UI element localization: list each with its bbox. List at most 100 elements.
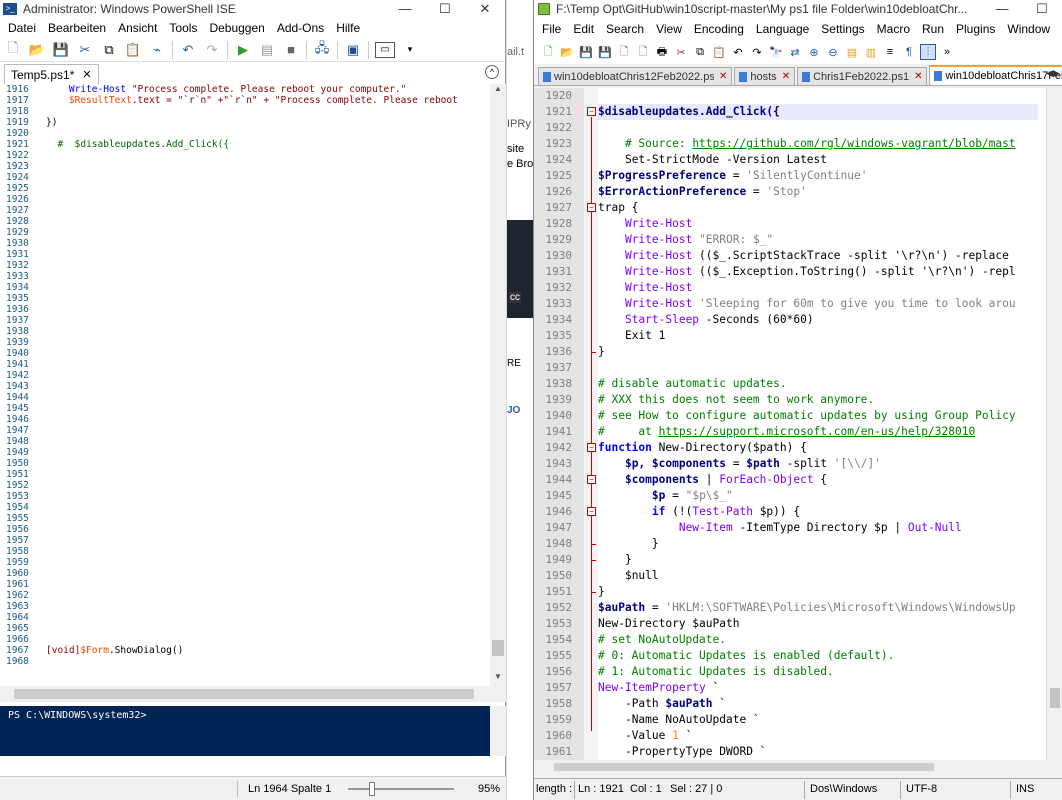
powershell-ise-window: >_ Administrator: Windows PowerShell ISE…	[0, 0, 506, 800]
menu-plugins[interactable]: Plugins	[950, 22, 1001, 36]
fold-toggle-icon[interactable]: −	[587, 443, 596, 452]
undo-icon[interactable]: ↶	[179, 41, 197, 59]
fold-toggle-icon[interactable]: −	[587, 507, 596, 516]
minimize-button[interactable]: —	[982, 1, 1022, 17]
scroll-thumb[interactable]	[14, 689, 474, 699]
close-tab-icon[interactable]: ✕	[914, 71, 922, 82]
menu-run[interactable]: Run	[916, 22, 950, 36]
menu-settings[interactable]: Settings	[815, 22, 870, 36]
redo-icon[interactable]: ↷	[749, 44, 765, 60]
tab-temp5[interactable]: Temp5.ps1* ✕	[4, 64, 99, 84]
menu-edit[interactable]: Edit	[567, 22, 600, 36]
save-icon[interactable]: 💾	[52, 41, 70, 59]
tab-chris1feb[interactable]: Chris1Feb2022.ps1 ✕	[797, 67, 928, 85]
npp-code-editor[interactable]: 1920 1921 1922 1923 1924 1925 1926 1927 1928 1929…	[534, 88, 1062, 774]
close-tab-icon[interactable]: ✕	[82, 68, 91, 81]
open-folder-icon[interactable]: 📂	[28, 41, 46, 59]
menu-file[interactable]: File	[536, 22, 567, 36]
tab-hosts[interactable]: hosts ✕	[734, 67, 796, 85]
ise-vertical-scrollbar[interactable]: ▲ ▼	[490, 84, 506, 686]
menu-bearbeiten[interactable]: Bearbeiten	[42, 21, 112, 35]
menu-search[interactable]: Search	[600, 22, 650, 36]
clear-icon[interactable]: ⌁	[148, 41, 166, 59]
console-scrollbar[interactable]	[490, 706, 506, 756]
stop-icon[interactable]: ■	[282, 41, 300, 59]
tab-scroll-arrows-icon[interactable]: ◀▶	[1046, 68, 1060, 79]
menu-datei[interactable]: Datei	[2, 21, 42, 35]
maximize-button[interactable]: ☐	[1022, 1, 1062, 17]
close-button[interactable]: ✕	[465, 1, 505, 17]
new-file-icon[interactable]: 🗋	[4, 40, 22, 59]
remote-tab-icon[interactable]: 🖧	[313, 40, 331, 59]
scroll-thumb[interactable]	[554, 763, 934, 771]
menu-hilfe[interactable]: Hilfe	[330, 21, 366, 35]
menu-ansicht[interactable]: Ansicht	[112, 21, 163, 35]
paste-icon[interactable]: 📋	[124, 41, 142, 59]
menu-tools[interactable]: Tools	[163, 21, 203, 35]
menu-help[interactable]: ?	[1056, 22, 1062, 36]
code-link[interactable]: https://support.microsoft.com/en-us/help…	[659, 425, 976, 438]
save-all-icon[interactable]: 💾	[597, 44, 613, 60]
line-number: 1917	[6, 95, 29, 106]
collapse-script-pane-icon[interactable]: ^	[485, 65, 499, 79]
print-icon[interactable]: 🖶	[654, 44, 670, 60]
replace-icon[interactable]: ⇄	[787, 44, 803, 60]
menu-encoding[interactable]: Encoding	[688, 22, 750, 36]
new-file-icon[interactable]: 🗋	[540, 44, 556, 60]
minimize-button[interactable]: —	[385, 1, 425, 17]
layout-icon[interactable]: ▭	[375, 41, 395, 58]
scroll-down-arrow-icon[interactable]: ▼	[490, 672, 506, 686]
ise-script-editor[interactable]: 1916 1917 1918 1919 1920 1921 1922 1923 1924 1925…	[0, 84, 506, 686]
scroll-thumb[interactable]	[1050, 688, 1060, 708]
close-file-icon[interactable]: 🗋	[616, 44, 632, 60]
menu-view[interactable]: View	[650, 22, 688, 36]
cut-icon[interactable]: ✂	[673, 44, 689, 60]
paste-icon[interactable]: 📋	[711, 44, 727, 60]
menu-add-ons[interactable]: Add-Ons	[271, 21, 330, 35]
find-icon[interactable]: 🔭	[768, 44, 784, 60]
menu-language[interactable]: Language	[750, 22, 815, 36]
overflow-chevron-icon[interactable]: »	[939, 44, 955, 60]
fold-toggle-icon[interactable]: −	[587, 475, 596, 484]
fold-toggle-icon[interactable]: −	[587, 203, 596, 212]
maximize-button[interactable]: ☐	[425, 1, 465, 17]
close-all-icon[interactable]: 🗋	[635, 44, 651, 60]
zoom-out-icon[interactable]: ⊖	[825, 44, 841, 60]
powershell-console-icon[interactable]: ▣	[344, 41, 362, 59]
cut-icon[interactable]: ✂	[76, 41, 94, 59]
npp-vertical-scrollbar[interactable]	[1046, 88, 1062, 774]
menu-window[interactable]: Window	[1001, 22, 1056, 36]
zoom-in-icon[interactable]: ⊕	[806, 44, 822, 60]
overflow-chevron-icon[interactable]: ▾	[401, 41, 419, 59]
sync-vertical-icon[interactable]: ▤	[844, 44, 860, 60]
undo-icon[interactable]: ↶	[730, 44, 746, 60]
close-tab-icon[interactable]: ✕	[719, 71, 727, 82]
redo-icon[interactable]: ↷	[203, 41, 221, 59]
zoom-slider-track[interactable]	[348, 788, 454, 790]
scroll-up-arrow-icon[interactable]: ▲	[490, 84, 506, 98]
menu-macro[interactable]: Macro	[871, 22, 916, 36]
zoom-slider-thumb[interactable]	[369, 782, 375, 796]
tab-win10debloat-17feb[interactable]: win10debloatChris17Feb2022	[929, 65, 1062, 85]
run-script-icon[interactable]: ▶	[234, 41, 252, 59]
code-link[interactable]: https://github.com/rgl/windows-vagrant/b…	[692, 137, 1015, 150]
save-icon[interactable]: 💾	[578, 44, 594, 60]
run-selection-icon[interactable]: ▤	[258, 41, 276, 59]
open-file-icon[interactable]: 📂	[559, 44, 575, 60]
line-number: 1954	[6, 502, 29, 513]
ise-console-pane[interactable]: PS C:\WINDOWS\system32>	[0, 706, 490, 756]
fold-toggle-icon[interactable]: −	[587, 107, 596, 116]
menu-debuggen[interactable]: Debuggen	[203, 21, 270, 35]
indent-guide-icon[interactable]: ⫶	[920, 44, 936, 60]
scroll-thumb[interactable]	[492, 640, 504, 656]
ise-horizontal-scrollbar[interactable]	[0, 686, 506, 702]
copy-icon[interactable]: ⧉	[100, 41, 118, 59]
tab-win10debloat-12feb[interactable]: win10debloatChris12Feb2022.ps1 ✕	[538, 67, 733, 85]
sync-horizontal-icon[interactable]: ▥	[863, 44, 879, 60]
status-insert-mode: INS	[1016, 783, 1035, 795]
npp-horizontal-scrollbar[interactable]	[534, 760, 1047, 774]
copy-icon[interactable]: ⧉	[692, 44, 708, 60]
word-wrap-icon[interactable]: ≡	[882, 44, 898, 60]
show-all-chars-icon[interactable]: ¶	[901, 44, 917, 60]
close-tab-icon[interactable]: ✕	[782, 71, 790, 82]
